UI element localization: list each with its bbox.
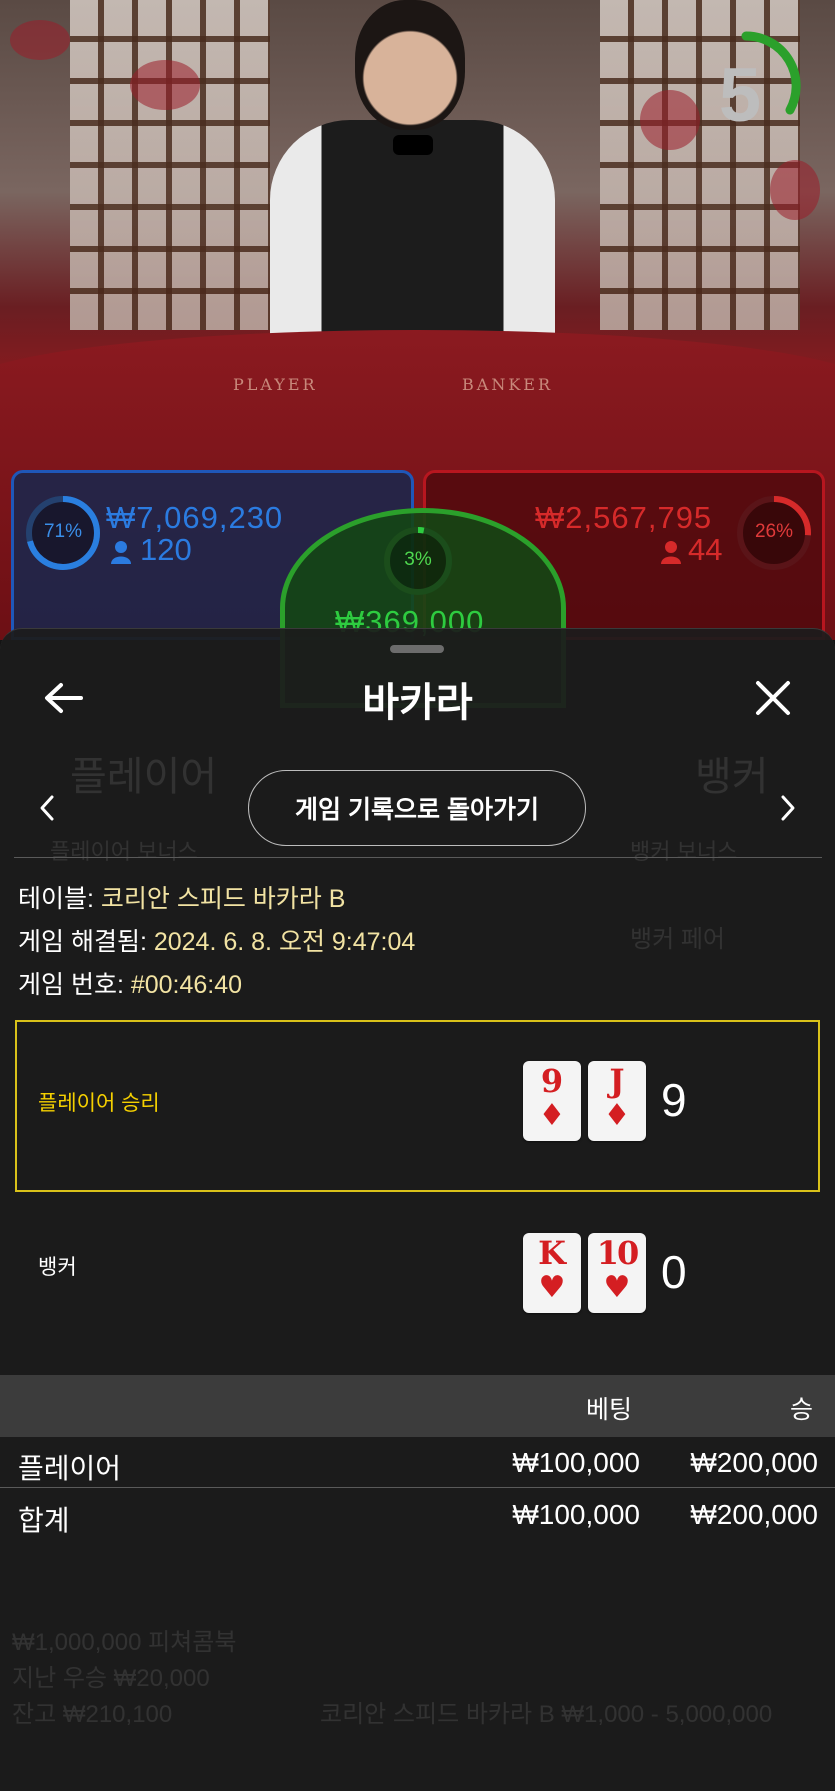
sheet-title: 바카라 — [362, 680, 473, 726]
row-total-label: 합계 — [18, 1505, 70, 1536]
back-to-history-button[interactable]: 게임 기록으로 돌아가기 — [248, 770, 586, 846]
decor-screen-left — [70, 0, 270, 330]
player-card-2: J ♦ — [588, 1061, 646, 1141]
info-resolved-value: 2024. 6. 8. 오전 9:47:04 — [153, 928, 416, 956]
info-table-value: 코리안 스피드 바카라 B — [100, 885, 346, 913]
banker-card-1: K ♥ — [523, 1233, 581, 1313]
diamond-icon: ♦ — [538, 1098, 566, 1133]
info-resolved-key: 게임 해결됨: — [18, 928, 154, 956]
sheet-drag-handle[interactable] — [390, 645, 444, 653]
chevron-left-icon — [40, 795, 54, 821]
banker-bet-total: ₩2,567,795 — [535, 500, 713, 535]
banker-user-count: 44 — [688, 532, 723, 567]
tie-percent: 3% — [404, 549, 432, 570]
close-icon — [756, 681, 790, 715]
column-win: 승 — [790, 1396, 814, 1424]
info-table-key: 테이블: — [18, 885, 101, 913]
banker-result-label: 뱅커 — [38, 1256, 77, 1279]
info-resolved: 게임 해결됨: 2024. 6. 8. 오전 9:47:04 — [18, 922, 415, 958]
felt-banker-label: BANKER — [462, 375, 553, 394]
previous-game-button[interactable] — [22, 783, 72, 833]
row-separator — [0, 1487, 835, 1488]
banker-score: 0 — [661, 1246, 687, 1298]
user-icon — [111, 541, 131, 564]
chevron-right-icon — [781, 795, 795, 821]
heart-icon: ♥ — [538, 1270, 566, 1305]
player-percent: 71% — [43, 521, 83, 542]
banker-card-2: 10 ♥ — [588, 1233, 646, 1313]
player-win-label: 플레이어 승리 — [38, 1092, 160, 1115]
close-button[interactable] — [748, 673, 798, 723]
player-bet-total: ₩7,069,230 — [106, 500, 284, 535]
bets-table-header — [0, 1375, 835, 1437]
banker-percent: 26% — [754, 521, 794, 542]
row-player-bet: ₩100,000 — [512, 1447, 640, 1478]
player-user-count: 120 — [140, 532, 192, 567]
info-game-number-value: #00:46:40 — [130, 971, 243, 999]
player-score: 9 — [661, 1074, 687, 1126]
card-rank: K — [538, 1234, 566, 1272]
column-bet: 베팅 — [586, 1396, 633, 1424]
divider — [14, 857, 822, 858]
countdown-number: 5 — [718, 53, 762, 138]
info-game-number-key: 게임 번호: — [18, 971, 131, 999]
card-rank: 9 — [540, 1062, 564, 1100]
heart-icon: ♥ — [603, 1270, 631, 1305]
felt-player-label: PLAYER — [233, 375, 318, 394]
row-total-bet: ₩100,000 — [512, 1499, 640, 1530]
user-icon — [661, 541, 681, 564]
info-game-number: 게임 번호: #00:46:40 — [18, 965, 242, 1001]
dealer-bowtie — [393, 135, 433, 155]
info-table: 테이블: 코리안 스피드 바카라 B — [18, 879, 345, 915]
card-rank: J — [609, 1062, 625, 1100]
dealer-head — [355, 0, 465, 130]
row-total-win: ₩200,000 — [690, 1499, 818, 1530]
row-player-label: 플레이어 — [18, 1453, 122, 1484]
player-card-1: 9 ♦ — [523, 1061, 581, 1141]
row-player-win: ₩200,000 — [690, 1447, 818, 1478]
next-game-button[interactable] — [763, 783, 813, 833]
card-rank: 10 — [596, 1234, 640, 1272]
diamond-icon: ♦ — [603, 1098, 631, 1133]
